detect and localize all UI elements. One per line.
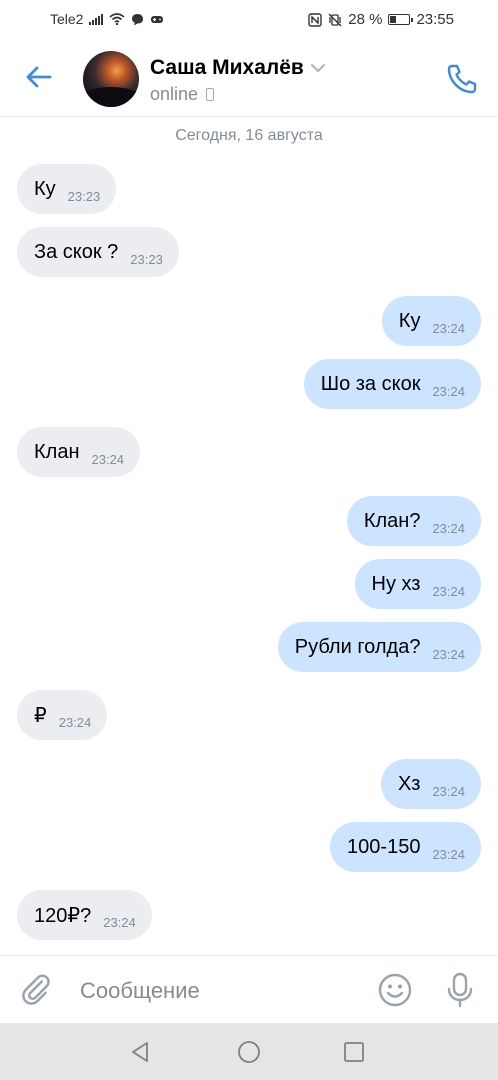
- message-bubble-incoming[interactable]: Ку 23:23: [17, 164, 117, 214]
- message-bubble-incoming[interactable]: 120₽? 23:24: [17, 890, 152, 940]
- message-list[interactable]: Сегодня, 16 августа Ку 23:23 За скок ? 2…: [0, 117, 498, 955]
- message-text: За скок ?: [34, 240, 119, 263]
- message-bubble-outgoing[interactable]: Ну хз 23:24: [354, 559, 481, 609]
- clock: 23:55: [416, 11, 454, 28]
- wifi-icon: [109, 13, 125, 25]
- message-time: 23:24: [432, 583, 465, 599]
- message-time: 23:24: [91, 451, 125, 467]
- message-text: Ку: [398, 309, 421, 332]
- message-time: 23:24: [432, 320, 465, 336]
- message-composer: [0, 955, 498, 1024]
- message-time: 23:24: [432, 783, 465, 799]
- smiley-icon[interactable]: [377, 972, 413, 1008]
- vibrate-icon: [328, 13, 342, 26]
- message-text: Шо за скок: [320, 372, 421, 395]
- message-bubble-incoming[interactable]: Клан 23:24: [17, 427, 141, 477]
- nav-home-icon[interactable]: [237, 1040, 261, 1064]
- message-time: 23:24: [432, 846, 465, 862]
- contact-status-row: online: [150, 84, 215, 105]
- system-navigation-bar: [0, 1023, 498, 1080]
- message-bubble-outgoing[interactable]: 100-150 23:24: [330, 822, 481, 872]
- message-time: 23:24: [58, 714, 92, 730]
- message-bubble-outgoing[interactable]: Шо за скок 23:24: [303, 359, 481, 409]
- message-time: 23:24: [432, 646, 465, 662]
- signal-icon: [89, 13, 104, 25]
- game-notification-icon: [151, 16, 164, 23]
- message-time: 23:23: [67, 188, 101, 204]
- message-bubble-outgoing[interactable]: Рубли голда? 23:24: [277, 622, 481, 672]
- chevron-down-icon[interactable]: [310, 63, 326, 73]
- chat-notification-icon: [132, 13, 144, 25]
- message-text: Ку: [34, 177, 56, 200]
- message-time: 23:24: [103, 914, 136, 930]
- contact-name-row[interactable]: Саша Михалёв: [150, 56, 326, 80]
- message-time: 23:24: [432, 383, 465, 399]
- nfc-icon: [308, 12, 322, 27]
- message-text: Клан?: [363, 509, 421, 532]
- mobile-device-icon: [206, 88, 215, 101]
- battery-icon: [388, 14, 414, 25]
- message-text: Клан: [34, 440, 80, 463]
- message-text: Хз: [397, 772, 421, 795]
- back-arrow-icon[interactable]: [20, 58, 58, 96]
- microphone-icon[interactable]: [442, 971, 478, 1009]
- message-bubble-outgoing[interactable]: Хз 23:24: [380, 759, 481, 809]
- contact-name[interactable]: Саша Михалёв: [150, 56, 304, 80]
- status-bar: Tele2 28 % 23:55: [0, 0, 498, 38]
- status-left: Tele2: [50, 11, 164, 27]
- message-text: 120₽?: [34, 904, 92, 927]
- online-status: online: [150, 84, 199, 104]
- carrier-label: Tele2: [50, 11, 84, 27]
- message-text: 100-150: [347, 835, 421, 858]
- message-time: 23:24: [432, 520, 465, 536]
- battery-percent: 28 %: [348, 11, 383, 28]
- chat-header: Саша Михалёв online: [0, 38, 498, 117]
- phone-call-icon[interactable]: [445, 62, 479, 96]
- nav-back-icon[interactable]: [128, 1040, 152, 1064]
- message-bubble-outgoing[interactable]: Клан? 23:24: [346, 496, 481, 546]
- paperclip-icon[interactable]: [20, 972, 56, 1008]
- nav-recent-apps-icon[interactable]: [342, 1040, 366, 1064]
- message-text: ₽: [34, 704, 47, 727]
- date-separator: Сегодня, 16 августа: [175, 127, 323, 144]
- message-text: Рубли голда?: [294, 635, 421, 658]
- avatar[interactable]: [83, 51, 139, 107]
- message-bubble-incoming[interactable]: За скок ? 23:23: [17, 227, 179, 277]
- message-bubble-outgoing[interactable]: Ку 23:24: [381, 296, 481, 346]
- message-input[interactable]: [78, 970, 362, 1012]
- message-bubble-incoming[interactable]: ₽ 23:24: [17, 690, 108, 740]
- status-right: 28 % 23:55: [308, 11, 454, 28]
- message-text: Ну хз: [371, 572, 421, 595]
- message-time: 23:23: [130, 251, 163, 267]
